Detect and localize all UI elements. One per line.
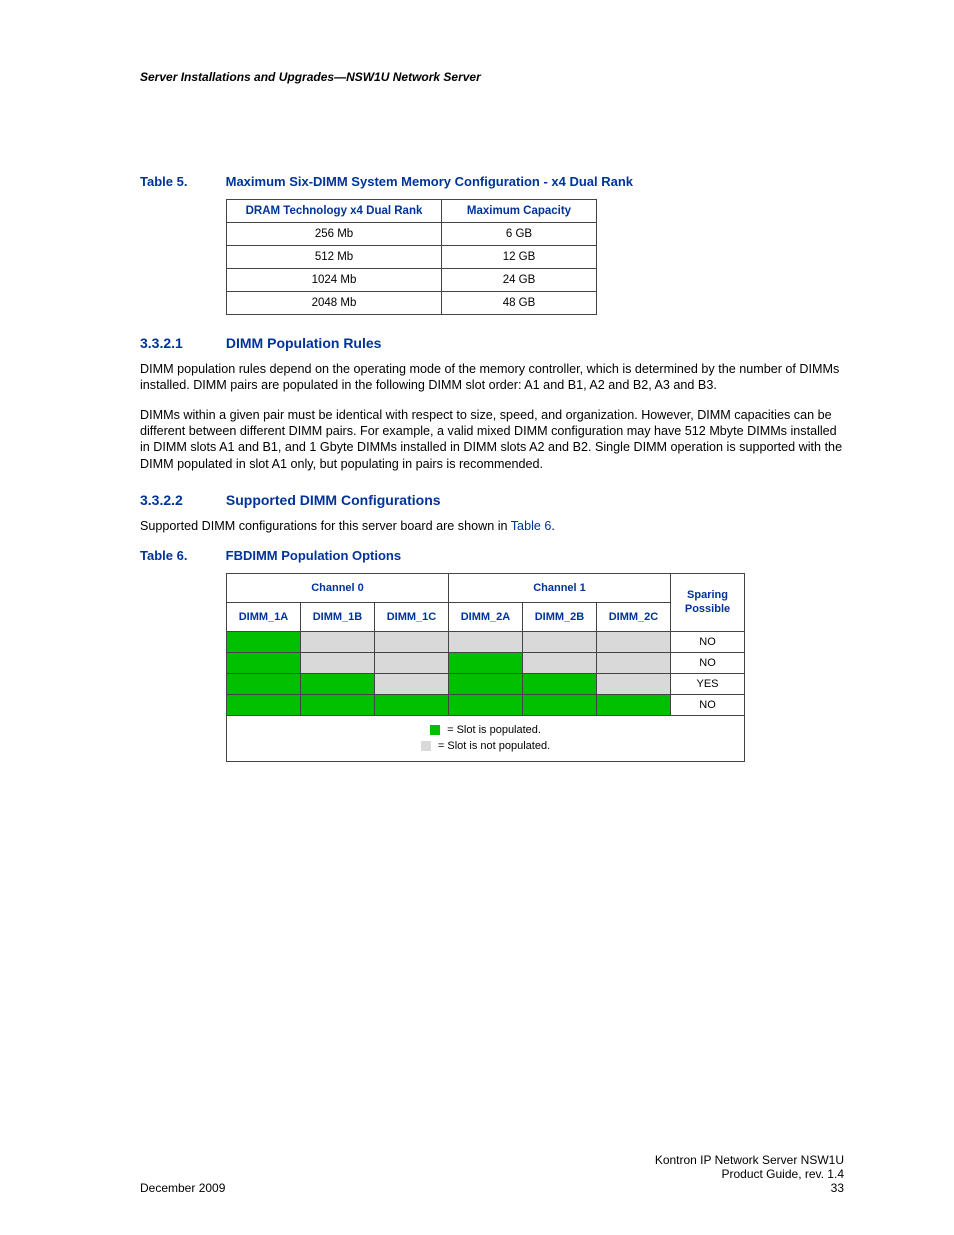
sparing-cell: YES: [671, 673, 745, 694]
slot-cell: [227, 694, 301, 715]
page-footer: December 2009 Kontron IP Network Server …: [140, 1153, 844, 1195]
slot-cell: [449, 652, 523, 673]
table-row: 512 Mb 12 GB: [227, 246, 597, 269]
heading-title: Supported DIMM Configurations: [226, 492, 441, 508]
cell-cap: 24 GB: [442, 269, 597, 292]
text: .: [551, 519, 555, 533]
slot-cell: [375, 652, 449, 673]
table-row: NO: [227, 694, 745, 715]
table6-caption: Table 6. FBDIMM Population Options: [140, 548, 844, 563]
table6-link[interactable]: Table 6: [511, 519, 552, 533]
table5-caption-label: Table 5.: [140, 174, 222, 189]
paragraph: DIMM population rules depend on the oper…: [140, 361, 844, 393]
running-header: Server Installations and Upgrades—NSW1U …: [140, 70, 844, 84]
cell-tech: 256 Mb: [227, 223, 442, 246]
slot-cell: [523, 652, 597, 673]
sparing-bot: Possible: [685, 603, 730, 615]
legend-not-populated: = Slot is not populated.: [438, 740, 550, 752]
heading-number: 3.3.2.1: [140, 335, 222, 351]
text: Supported DIMM configurations for this s…: [140, 519, 511, 533]
slot-cell: [449, 673, 523, 694]
slot-cell: [449, 694, 523, 715]
slot-cell: [597, 673, 671, 694]
table-row: 1024 Mb 24 GB: [227, 269, 597, 292]
table6-head-channel0: Channel 0: [227, 573, 449, 602]
cell-tech: 2048 Mb: [227, 292, 442, 315]
slot-cell: [523, 694, 597, 715]
table-row: NO: [227, 652, 745, 673]
slot-cell: [375, 631, 449, 652]
cell-tech: 1024 Mb: [227, 269, 442, 292]
sparing-top: Sparing: [687, 589, 728, 601]
table-row: 2048 Mb 48 GB: [227, 292, 597, 315]
cell-tech: 512 Mb: [227, 246, 442, 269]
slot-cell: [301, 694, 375, 715]
table5: DRAM Technology x4 Dual Rank Maximum Cap…: [226, 199, 597, 315]
slot-cell: [227, 673, 301, 694]
slot-cell: [227, 652, 301, 673]
slot-cell: [523, 673, 597, 694]
slot-cell: [301, 673, 375, 694]
col-dimm-1c: DIMM_1C: [375, 602, 449, 631]
cell-cap: 12 GB: [442, 246, 597, 269]
paragraph: DIMMs within a given pair must be identi…: [140, 407, 844, 471]
legend-populated: = Slot is populated.: [447, 724, 541, 736]
table5-head-cap: Maximum Capacity: [442, 200, 597, 223]
table6-caption-label: Table 6.: [140, 548, 222, 563]
slot-cell: [301, 631, 375, 652]
cell-cap: 6 GB: [442, 223, 597, 246]
col-dimm-1b: DIMM_1B: [301, 602, 375, 631]
table6-caption-title: FBDIMM Population Options: [226, 548, 401, 563]
sparing-cell: NO: [671, 694, 745, 715]
paragraph: Supported DIMM configurations for this s…: [140, 518, 844, 534]
table-row: 256 Mb 6 GB: [227, 223, 597, 246]
slot-cell: [227, 631, 301, 652]
cell-cap: 48 GB: [442, 292, 597, 315]
slot-cell: [597, 694, 671, 715]
table-row: NO: [227, 631, 745, 652]
footer-product: Kontron IP Network Server NSW1U: [655, 1153, 844, 1167]
footer-date: December 2009: [140, 1181, 225, 1195]
table5-head-tech: DRAM Technology x4 Dual Rank: [227, 200, 442, 223]
col-dimm-2b: DIMM_2B: [523, 602, 597, 631]
sparing-cell: NO: [671, 652, 745, 673]
heading-3322: 3.3.2.2 Supported DIMM Configurations: [140, 492, 844, 508]
footer-page: 33: [655, 1181, 844, 1195]
col-dimm-1a: DIMM_1A: [227, 602, 301, 631]
slot-cell: [449, 631, 523, 652]
footer-guide: Product Guide, rev. 1.4: [655, 1167, 844, 1181]
table5-caption-title: Maximum Six-DIMM System Memory Configura…: [226, 174, 633, 189]
heading-number: 3.3.2.2: [140, 492, 222, 508]
swatch-not-populated-icon: [421, 741, 431, 751]
col-dimm-2a: DIMM_2A: [449, 602, 523, 631]
slot-cell: [597, 631, 671, 652]
col-dimm-2c: DIMM_2C: [597, 602, 671, 631]
sparing-cell: NO: [671, 631, 745, 652]
table-row: YES: [227, 673, 745, 694]
table5-caption: Table 5. Maximum Six-DIMM System Memory …: [140, 174, 844, 189]
heading-title: DIMM Population Rules: [226, 335, 382, 351]
slot-cell: [597, 652, 671, 673]
slot-cell: [375, 694, 449, 715]
heading-3321: 3.3.2.1 DIMM Population Rules: [140, 335, 844, 351]
swatch-populated-icon: [430, 725, 440, 735]
table6-head-channel1: Channel 1: [449, 573, 671, 602]
table6-head-sparing: Sparing Possible: [671, 573, 745, 631]
slot-cell: [523, 631, 597, 652]
slot-cell: [301, 652, 375, 673]
table6-legend: = Slot is populated. = Slot is not popul…: [227, 715, 745, 761]
table6: Channel 0 Channel 1 Sparing Possible DIM…: [226, 573, 745, 762]
slot-cell: [375, 673, 449, 694]
